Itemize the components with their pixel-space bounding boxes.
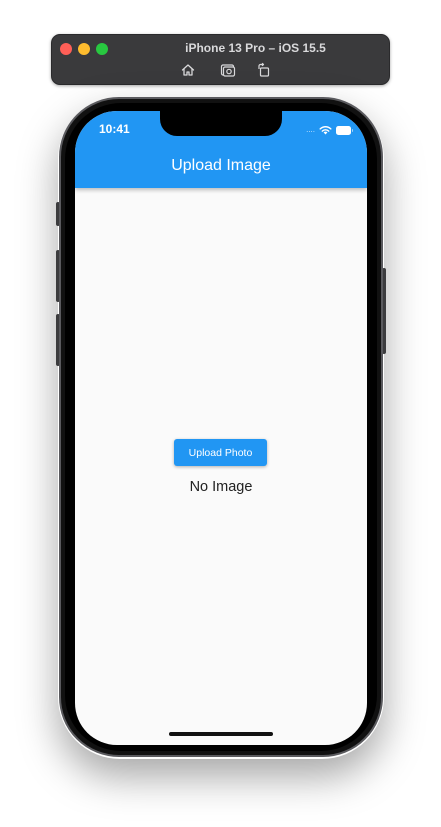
screenshot-icon[interactable] (220, 62, 236, 78)
notch (160, 111, 282, 136)
rotate-icon[interactable] (256, 62, 272, 78)
home-indicator[interactable] (169, 732, 273, 736)
wifi-icon (319, 125, 332, 135)
stage: iPhone 13 Pro – iOS 15.5 10:41 .... Uplo… (0, 0, 441, 827)
simulator-title: iPhone 13 Pro – iOS 15.5 (185, 41, 326, 55)
zoom-window-button[interactable] (96, 43, 108, 55)
simulator-toolbar: iPhone 13 Pro – iOS 15.5 (51, 34, 390, 85)
close-window-button[interactable] (60, 43, 72, 55)
image-status-text: No Image (189, 479, 253, 495)
home-icon[interactable] (180, 62, 196, 78)
phone-screen: 10:41 .... Upload Image Upload Photo No … (75, 111, 367, 745)
page-title: Upload Image (171, 157, 271, 174)
upload-photo-button[interactable]: Upload Photo (174, 439, 267, 466)
signal-icon: .... (306, 125, 315, 134)
status-time: 10:41 (99, 122, 130, 136)
main-content: Upload Photo No Image (75, 188, 367, 745)
status-indicators: .... (306, 124, 353, 136)
minimize-window-button[interactable] (78, 43, 90, 55)
battery-icon (336, 125, 353, 135)
simulator-controls (52, 62, 389, 78)
